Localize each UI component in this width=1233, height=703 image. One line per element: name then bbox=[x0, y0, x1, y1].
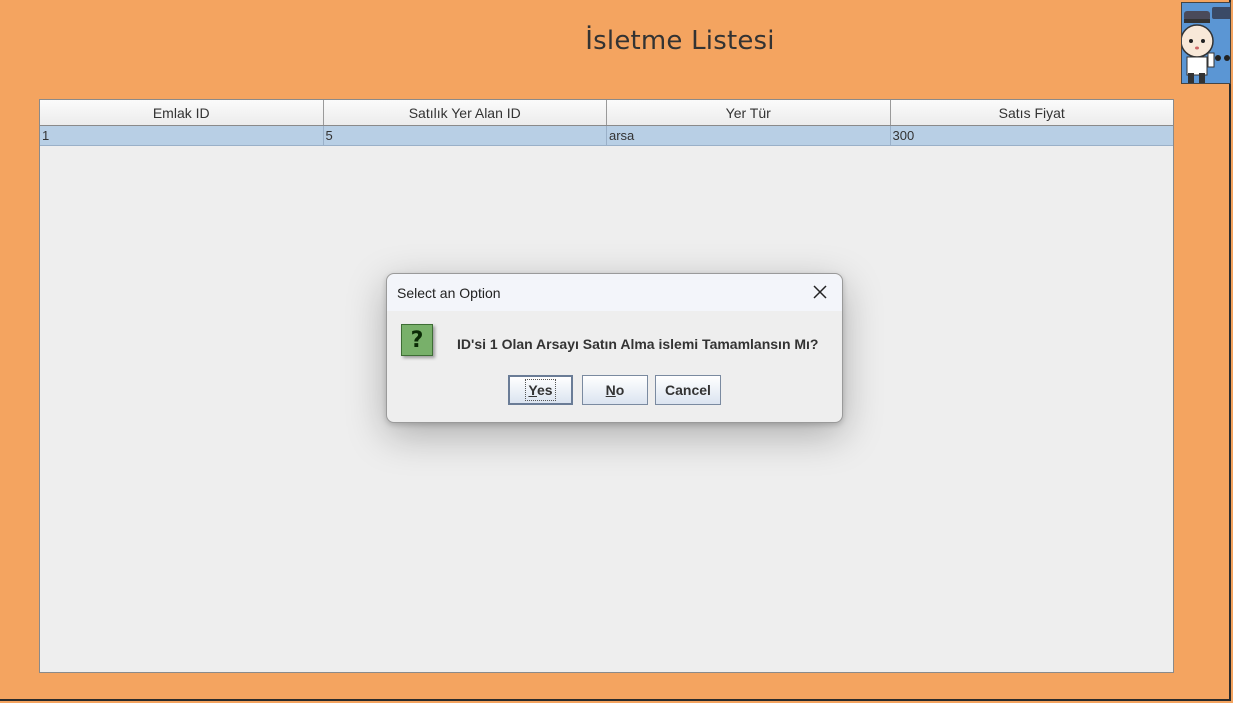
cancel-button[interactable]: Cancel bbox=[655, 375, 721, 405]
table-cell[interactable]: 5 bbox=[324, 126, 607, 145]
confirm-dialog: Select an Option ? ID'si 1 Olan Arsayı S… bbox=[386, 273, 843, 423]
column-header-emlak-id[interactable]: Emlak ID bbox=[40, 100, 324, 125]
avatar bbox=[1181, 2, 1231, 84]
column-header-satilik-yer-alan-id[interactable]: Satılık Yer Alan ID bbox=[323, 100, 607, 125]
no-mnemonic: N bbox=[605, 382, 616, 398]
chef-avatar-icon bbox=[1182, 3, 1230, 83]
table-cell[interactable]: 300 bbox=[891, 126, 1174, 145]
yes-label-rest: es bbox=[537, 382, 553, 398]
no-label-rest: o bbox=[615, 382, 625, 398]
column-header-satis-fiyat[interactable]: Satıs Fiyat bbox=[890, 100, 1173, 125]
table-row[interactable]: 1 5 arsa 300 bbox=[40, 126, 1173, 146]
yes-mnemonic: Y bbox=[528, 382, 537, 398]
question-icon: ? bbox=[401, 324, 433, 356]
dialog-titlebar[interactable]: Select an Option bbox=[387, 274, 842, 311]
table-header: Emlak ID Satılık Yer Alan ID Yer Tür Sat… bbox=[40, 100, 1173, 126]
yes-button[interactable]: Yes bbox=[508, 375, 573, 405]
column-header-yer-tur[interactable]: Yer Tür bbox=[607, 100, 891, 125]
dialog-message: ID'si 1 Olan Arsayı Satın Alma islemi Ta… bbox=[457, 336, 819, 352]
table-cell[interactable]: arsa bbox=[607, 126, 891, 145]
dialog-title: Select an Option bbox=[397, 285, 501, 301]
page-title: İsletme Listesi bbox=[585, 26, 775, 56]
no-button[interactable]: No bbox=[582, 375, 648, 405]
table-cell[interactable]: 1 bbox=[40, 126, 324, 145]
close-icon[interactable] bbox=[810, 282, 830, 302]
